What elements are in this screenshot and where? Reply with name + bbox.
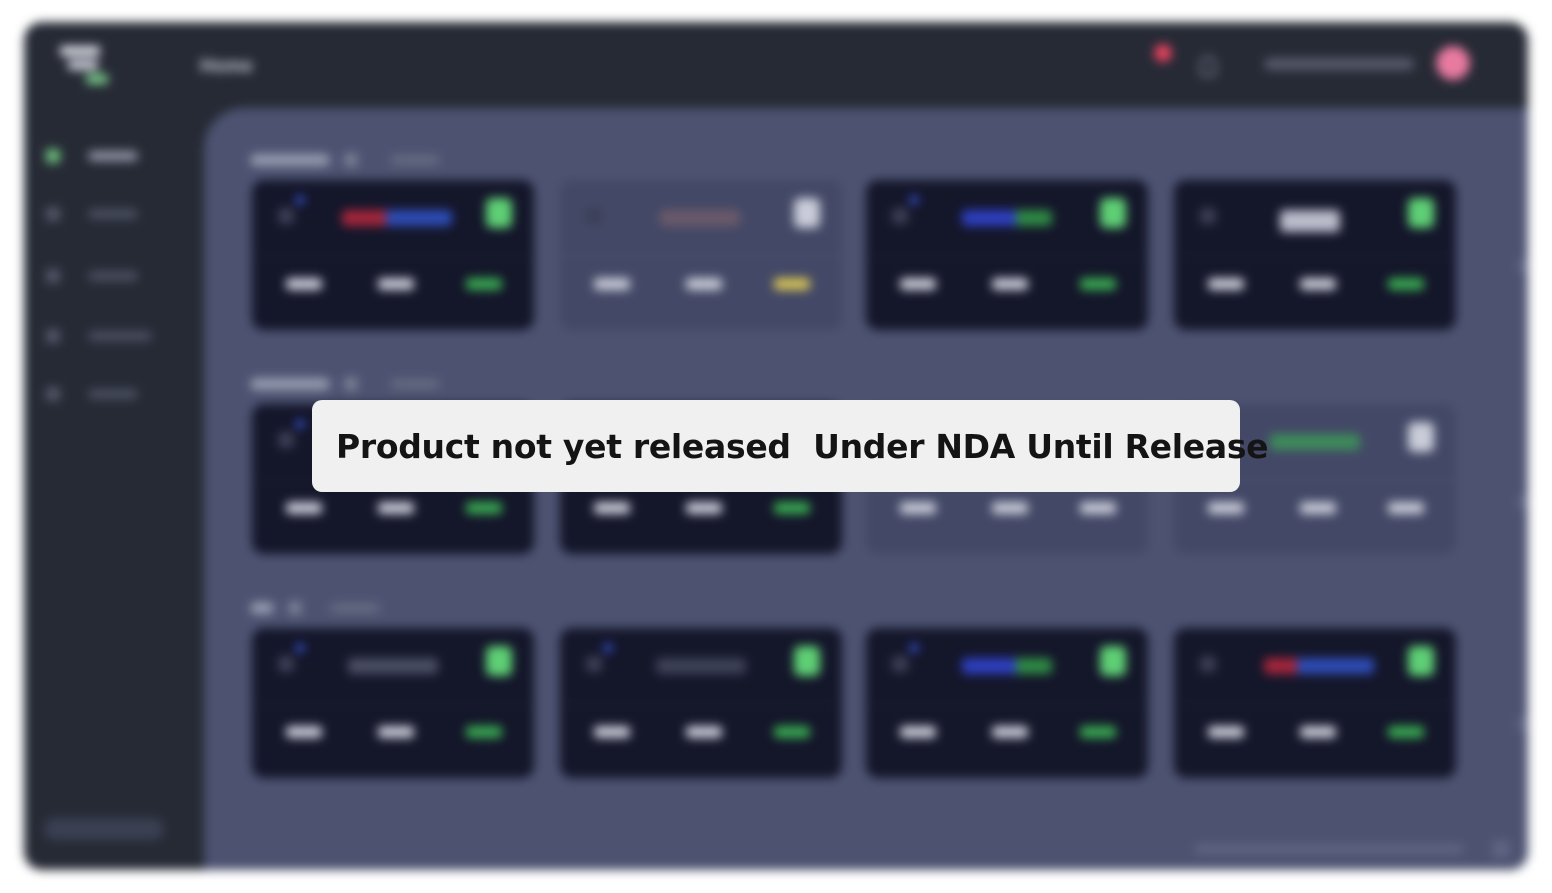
status-badge (1408, 646, 1434, 676)
avatar[interactable] (1436, 46, 1470, 80)
sidebar-footer-button[interactable] (44, 818, 164, 840)
status-badge (1100, 198, 1126, 228)
status-badge (486, 646, 512, 676)
status-badge (1408, 198, 1434, 228)
status-dot (910, 644, 918, 652)
section-count (344, 377, 358, 391)
section-title (250, 378, 330, 390)
status-badge (1100, 646, 1126, 676)
brand-logo (660, 210, 740, 226)
app-logo[interactable] (54, 42, 112, 86)
product-card[interactable] (560, 180, 842, 330)
page-title: Home (200, 56, 253, 77)
nav-icon (46, 269, 60, 283)
see-all-link[interactable] (330, 603, 380, 613)
status-dot (296, 196, 304, 204)
product-card[interactable] (252, 180, 534, 330)
product-card[interactable] (866, 628, 1148, 778)
notification-badge[interactable] (1154, 44, 1172, 62)
chevron-right-icon[interactable] (1516, 258, 1528, 274)
chart-icon (586, 656, 602, 672)
chart-icon (1200, 656, 1216, 672)
product-card[interactable] (1174, 180, 1456, 330)
product-card[interactable] (1174, 628, 1456, 778)
see-all-link[interactable] (390, 155, 440, 165)
section-title (250, 154, 330, 166)
chart-icon (892, 208, 908, 224)
product-card[interactable] (866, 180, 1148, 330)
chart-icon (1200, 208, 1216, 224)
brand-logo (1270, 434, 1360, 450)
footer-info (1194, 844, 1464, 854)
brand-logo (1280, 210, 1340, 232)
brand-logo (656, 658, 746, 674)
status-badge (486, 198, 512, 228)
section-count (344, 153, 358, 167)
user-name[interactable] (1264, 58, 1414, 70)
brand-logo (348, 658, 438, 674)
chart-icon (278, 208, 294, 224)
settings-icon[interactable] (1492, 840, 1510, 858)
status-dot (910, 196, 918, 204)
chart-icon (278, 432, 294, 448)
nav-icon (46, 387, 60, 401)
chevron-right-icon[interactable] (1516, 494, 1528, 510)
nav-icon (46, 207, 60, 221)
home-icon (46, 149, 60, 163)
status-dot (604, 644, 612, 652)
bell-icon[interactable] (1200, 56, 1216, 76)
chart-icon (892, 656, 908, 672)
brand-logo (962, 658, 1052, 674)
brand-logo (1264, 658, 1374, 674)
section-title (250, 602, 274, 614)
status-badge (794, 198, 820, 228)
see-all-link[interactable] (390, 379, 440, 389)
chart-icon (278, 656, 294, 672)
nda-notice-banner: Product not yet released Under NDA Until… (312, 400, 1269, 492)
status-badge (794, 646, 820, 676)
brand-logo (342, 210, 452, 226)
brand-logo (962, 210, 1052, 226)
section-count (288, 601, 302, 615)
status-dot (296, 644, 304, 652)
product-card[interactable] (560, 628, 842, 778)
product-card[interactable] (252, 628, 534, 778)
sidebar (24, 122, 224, 870)
chevron-right-icon[interactable] (1516, 716, 1528, 732)
nav-icon (46, 329, 60, 343)
status-badge (1408, 422, 1434, 452)
status-dot (296, 420, 304, 428)
chart-icon (586, 208, 602, 224)
